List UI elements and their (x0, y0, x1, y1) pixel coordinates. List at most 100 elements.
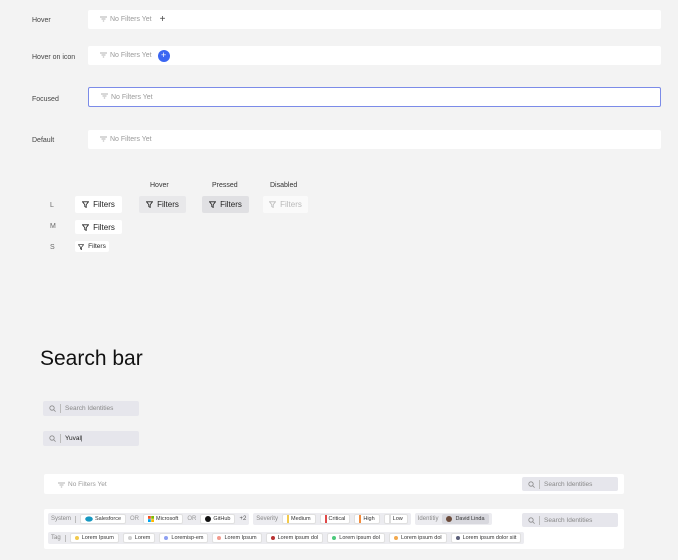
severity-chip-low[interactable]: Low (383, 514, 408, 524)
severity-marker (324, 515, 327, 523)
filters-button-l-hover[interactable]: Filters (139, 196, 186, 213)
search-placeholder: Search Identities (544, 516, 593, 524)
tag-chip[interactable]: Lorem Ipsum (212, 533, 262, 543)
filter-row-1: System Salesforce OR Microsoft OR GitHub… (48, 513, 492, 525)
tag-chip[interactable]: Lorem ipsum dol (265, 533, 324, 543)
filter-lines-icon (100, 136, 107, 144)
filter-bar-hover[interactable]: No Filters Yet + (88, 10, 661, 29)
group-separator (75, 515, 77, 523)
search-input-empty[interactable]: Search Identities (43, 401, 139, 416)
state-label-default: Default (32, 137, 55, 144)
severity-label: Severity (256, 516, 278, 522)
tag-label: Tag (51, 535, 61, 541)
filter-placeholder: No Filters Yet (110, 52, 152, 59)
severity-chip-medium[interactable]: Medium (281, 514, 316, 524)
system-label: System (51, 516, 72, 522)
system-chip-microsoft[interactable]: Microsoft (143, 514, 184, 524)
funnel-icon (78, 243, 85, 250)
severity-chip-high[interactable]: High (354, 514, 380, 524)
filters-button-l-disabled[interactable]: Filters (263, 196, 308, 213)
funnel-icon (82, 201, 90, 208)
filters-label: Filters (93, 222, 115, 232)
tag-dot (164, 536, 169, 540)
system-chip-github[interactable]: GitHub (200, 514, 236, 524)
filters-button-l-pressed[interactable]: Filters (202, 196, 249, 213)
filter-placeholder: No Filters Yet (110, 136, 152, 143)
search-input-filled[interactable]: Yuval| (43, 431, 139, 446)
filter-bar-hover-icon[interactable]: No Filters Yet + (88, 46, 661, 65)
avatar (446, 516, 453, 522)
tag-dot (455, 536, 460, 540)
search-icon (528, 516, 535, 524)
search-separator (539, 515, 540, 525)
severity-chip-critical[interactable]: Critical (319, 514, 351, 524)
tag-dot (127, 536, 132, 540)
filters-label: Filters (220, 200, 242, 209)
tag-filter-group[interactable]: Tag Lorem Ipsum Lorem Loremisp-em Lorem … (48, 532, 525, 544)
group-separator (64, 534, 66, 542)
or-label: OR (187, 516, 197, 522)
or-label: OR (130, 516, 140, 522)
column-label-disabled: Disabled (270, 182, 298, 189)
funnel-icon (82, 223, 90, 231)
tag-dot (270, 536, 275, 540)
search-icon (49, 405, 56, 412)
search-separator (539, 479, 540, 489)
tag-dot (74, 536, 79, 540)
search-value: Yuval| (65, 435, 83, 442)
system-filter-group[interactable]: System Salesforce OR Microsoft OR GitHub… (48, 513, 250, 525)
search-input-bar[interactable]: Search Identities (522, 477, 618, 491)
tag-dot (217, 536, 222, 540)
tag-chip[interactable]: Lorem ipsum dol (327, 533, 385, 543)
filters-label: Filters (88, 243, 106, 250)
tag-chip[interactable]: Lorem ipsum dolor siit (450, 533, 522, 543)
filter-lines-icon (58, 475, 65, 493)
state-label-hover: Hover (32, 17, 51, 24)
severity-filter-group[interactable]: Severity Medium Critical High Low (253, 513, 411, 525)
github-icon (205, 516, 212, 522)
system-chip-salesforce[interactable]: Salesforce (80, 514, 127, 524)
filter-placeholder: No Filters Yet (111, 93, 153, 101)
microsoft-icon (148, 516, 155, 522)
tag-dot (332, 536, 337, 540)
column-label-pressed: Pressed (212, 182, 238, 189)
filter-lines-icon (101, 93, 108, 101)
identity-filter-group[interactable]: Identitiy David Linda (414, 513, 492, 525)
filter-placeholder: No Filters Yet (110, 16, 152, 23)
filter-lines-icon (100, 52, 107, 60)
search-separator (60, 434, 61, 443)
filters-button-l[interactable]: Filters (75, 196, 122, 213)
size-label-s: S (50, 244, 55, 251)
filters-label: Filters (93, 200, 115, 209)
size-label-l: L (50, 202, 54, 209)
search-input-filled-bar[interactable]: Search Identities (522, 513, 618, 527)
filters-button-s[interactable]: Filters (75, 241, 109, 252)
filter-bar-focused[interactable]: No Filters Yet (88, 87, 661, 107)
salesforce-icon (85, 516, 93, 522)
tag-chip[interactable]: Lorem ipsum dol (388, 533, 447, 543)
filter-bar-default[interactable]: No Filters Yet (88, 130, 661, 149)
funnel-icon (269, 201, 277, 208)
search-placeholder: Search Identities (544, 480, 593, 488)
filter-placeholder[interactable]: No Filters Yet (68, 481, 107, 488)
search-icon (528, 480, 535, 488)
section-title: Search bar (40, 347, 143, 370)
severity-marker (286, 515, 289, 523)
filters-label: Filters (280, 200, 302, 209)
search-icon (49, 435, 56, 442)
more-count[interactable]: +2 (239, 516, 246, 522)
severity-marker (359, 515, 362, 523)
tag-dot (393, 536, 398, 540)
filter-lines-icon (100, 16, 107, 24)
state-label-hover-icon: Hover on icon (32, 54, 76, 61)
tag-chip[interactable]: Loremisp-em (159, 533, 209, 543)
search-separator (60, 404, 61, 413)
tag-chip[interactable]: Lorem Ipsum (69, 533, 119, 543)
tag-chip[interactable]: Lorem (122, 533, 156, 543)
filters-button-m[interactable]: Filters (75, 220, 122, 234)
column-label-hover: Hover (150, 182, 169, 189)
plus-circle-icon[interactable]: + (157, 49, 170, 62)
filter-row-2: Tag Lorem Ipsum Lorem Loremisp-em Lorem … (48, 532, 525, 544)
identity-chip[interactable]: David Linda (442, 514, 489, 524)
plus-icon[interactable]: + (160, 14, 166, 25)
